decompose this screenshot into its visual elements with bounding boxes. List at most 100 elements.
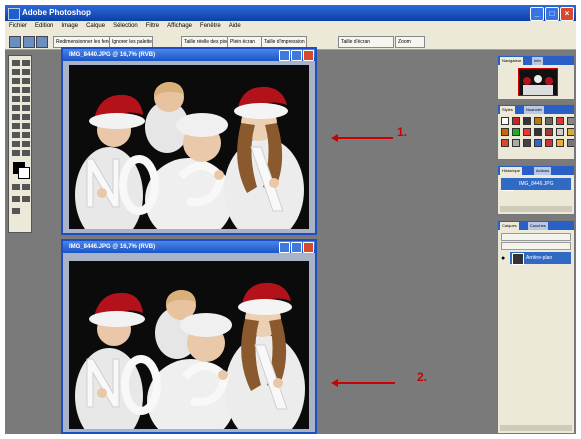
style-swatch[interactable] [501, 128, 509, 136]
tab-channels[interactable]: Couches [528, 222, 548, 230]
menu-image[interactable]: Image [61, 21, 78, 32]
menu-file[interactable]: Fichier [9, 21, 27, 32]
style-swatch[interactable] [567, 128, 574, 136]
close-button[interactable]: × [560, 7, 574, 21]
toolbox [8, 55, 32, 233]
document-minimize-button[interactable] [279, 242, 290, 253]
style-swatch[interactable] [545, 139, 553, 147]
app-title: Adobe Photoshop [22, 8, 91, 17]
document-controls-2 [279, 242, 314, 253]
style-swatch[interactable] [512, 139, 520, 147]
photo-illustration-1 [69, 65, 309, 229]
gradient-tool-icon[interactable] [22, 105, 30, 111]
crop-tool-icon[interactable] [12, 78, 20, 84]
minimize-button[interactable]: _ [530, 7, 544, 21]
style-swatch[interactable] [556, 117, 564, 125]
style-swatch[interactable] [523, 139, 531, 147]
background-color-swatch[interactable] [18, 167, 30, 179]
menu-edit[interactable]: Edition [35, 21, 53, 32]
layers-panel: Calques Couches ● Arrière-plan [497, 220, 575, 434]
style-swatch[interactable] [556, 139, 564, 147]
style-swatch[interactable] [501, 117, 509, 125]
type-tool-icon[interactable] [22, 123, 30, 129]
style-swatch[interactable] [501, 139, 509, 147]
style-swatch[interactable] [567, 117, 574, 125]
brush-tool-icon[interactable] [22, 87, 30, 93]
tab-info[interactable]: Info [532, 57, 543, 65]
screen-mode-standard-icon[interactable] [12, 196, 20, 202]
path-selection-tool-icon[interactable] [12, 123, 20, 129]
callout-arrow-2 [337, 382, 395, 384]
callout-label-2: 2. [417, 370, 428, 384]
document-title-2: IMG_8446.JPG @ 16,7% (RVB) [63, 241, 315, 253]
history-brush-tool-icon[interactable] [22, 96, 30, 102]
zoom-button[interactable]: Zoom [395, 36, 425, 48]
screen-size-button[interactable]: Taille d'écran [338, 36, 394, 48]
maximize-button[interactable]: □ [545, 7, 559, 21]
standard-mode-icon[interactable] [12, 184, 20, 190]
screen-mode-full-icon[interactable] [22, 196, 30, 202]
magic-wand-tool-icon[interactable] [22, 69, 30, 75]
navigator-thumbnail[interactable] [518, 68, 558, 96]
blur-tool-icon[interactable] [12, 114, 20, 120]
eye-icon[interactable]: ● [501, 255, 509, 263]
tab-swatches[interactable]: Nuancier [524, 106, 545, 114]
zoom-out-icon[interactable] [36, 36, 48, 48]
style-swatch[interactable] [512, 128, 520, 136]
blend-mode-dropdown[interactable] [501, 233, 571, 241]
document-window-2[interactable]: IMG_8446.JPG @ 16,7% (RVB) [61, 239, 317, 434]
styles-panel: Styles Nuancier [497, 104, 575, 160]
style-swatch[interactable] [567, 139, 574, 147]
style-swatch[interactable] [534, 139, 542, 147]
document-window-1[interactable]: IMG_8440.JPG @ 16,7% (RVB) [61, 47, 317, 235]
menu-layer[interactable]: Calque [86, 21, 105, 32]
zoom-tool-icon[interactable] [9, 36, 21, 48]
shape-tool-icon[interactable] [22, 132, 30, 138]
document-close-button[interactable] [303, 50, 314, 61]
callout-arrow-1 [337, 137, 393, 139]
menu-filter[interactable]: Filtre [146, 21, 159, 32]
zoom-tool-box-icon[interactable] [22, 150, 30, 156]
style-swatch[interactable] [512, 117, 520, 125]
document-close-button[interactable] [303, 242, 314, 253]
tab-styles[interactable]: Styles [500, 106, 515, 114]
menu-select[interactable]: Sélection [113, 21, 138, 32]
tab-history[interactable]: Historique [500, 167, 523, 175]
history-snapshot-row[interactable]: IMG_8446.JPG [501, 178, 571, 190]
history-panel-tabs: Historique Actions [498, 166, 574, 175]
jump-to-imageready-icon[interactable] [12, 208, 20, 214]
lock-options-row[interactable] [501, 242, 571, 250]
zoom-in-icon[interactable] [23, 36, 35, 48]
style-swatch[interactable] [545, 128, 553, 136]
tab-actions[interactable]: Actions [534, 167, 552, 175]
quick-mask-mode-icon[interactable] [22, 184, 30, 190]
dodge-tool-icon[interactable] [22, 114, 30, 120]
tab-navigator[interactable]: Navigateur [500, 57, 524, 65]
slice-tool-icon[interactable] [22, 78, 30, 84]
hand-tool-icon[interactable] [12, 150, 20, 156]
menu-bar: Fichier Edition Image Calque Sélection F… [5, 21, 576, 32]
healing-brush-tool-icon[interactable] [12, 87, 20, 93]
menu-view[interactable]: Affichage [167, 21, 192, 32]
pen-tool-icon[interactable] [12, 132, 20, 138]
move-tool-icon[interactable] [22, 60, 30, 66]
clone-stamp-tool-icon[interactable] [12, 96, 20, 102]
menu-window[interactable]: Fenêtre [200, 21, 221, 32]
eyedropper-tool-icon[interactable] [22, 141, 30, 147]
style-swatch[interactable] [534, 128, 542, 136]
document-minimize-button[interactable] [279, 50, 290, 61]
style-swatch[interactable] [523, 128, 531, 136]
lasso-tool-icon[interactable] [12, 69, 20, 75]
style-swatch[interactable] [534, 117, 542, 125]
style-swatch[interactable] [523, 117, 531, 125]
document-maximize-button[interactable] [291, 242, 302, 253]
tab-layers[interactable]: Calques [500, 222, 519, 230]
notes-tool-icon[interactable] [12, 141, 20, 147]
photoshop-window: Adobe Photoshop _ □ × Fichier Edition Im… [5, 5, 576, 434]
menu-help[interactable]: Aide [229, 21, 241, 32]
style-swatch[interactable] [545, 117, 553, 125]
document-maximize-button[interactable] [291, 50, 302, 61]
marquee-tool-icon[interactable] [12, 60, 20, 66]
eraser-tool-icon[interactable] [12, 105, 20, 111]
style-swatch[interactable] [556, 128, 564, 136]
